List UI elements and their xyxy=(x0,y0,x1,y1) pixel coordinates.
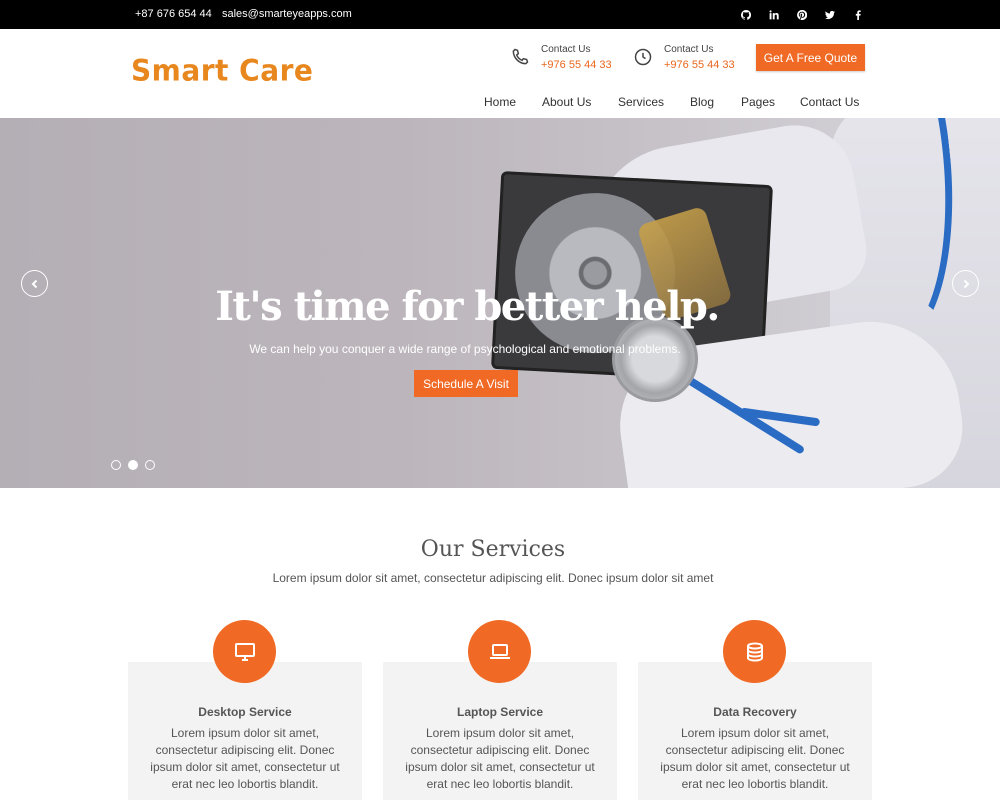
services-subtitle: Lorem ipsum dolor sit amet, consectetur … xyxy=(272,571,714,585)
slider-dot-1[interactable] xyxy=(111,460,121,470)
site-logo[interactable]: Smart Care xyxy=(131,53,313,88)
pinterest-icon[interactable] xyxy=(788,0,816,29)
phone-icon xyxy=(510,47,532,69)
nav-about-us[interactable]: About Us xyxy=(542,95,591,109)
twitter-icon[interactable] xyxy=(816,0,844,29)
chevron-left-icon xyxy=(31,279,37,288)
nav-blog[interactable]: Blog xyxy=(690,95,714,109)
service-text: Lorem ipsum dolor sit amet, consectetur … xyxy=(405,726,595,791)
service-title: Laptop Service xyxy=(456,705,544,719)
service-card-data-recovery[interactable]: Data Recovery Lorem ipsum dolor sit amet… xyxy=(638,620,872,800)
hero-title: It's time for better help. xyxy=(215,283,720,330)
topbar-phone[interactable]: +87 676 654 44 xyxy=(135,8,212,20)
service-card-laptop[interactable]: Laptop Service Lorem ipsum dolor sit ame… xyxy=(383,620,617,800)
contact-label: Contact Us xyxy=(664,44,714,55)
topbar-email[interactable]: sales@smarteyeapps.com xyxy=(222,8,352,20)
service-card-desktop[interactable]: Desktop Service Lorem ipsum dolor sit am… xyxy=(128,620,362,800)
clock-icon xyxy=(633,47,655,69)
linkedin-icon[interactable] xyxy=(760,0,788,29)
service-title: Desktop Service xyxy=(198,705,292,719)
contact-label: Contact Us xyxy=(541,44,591,55)
desktop-icon xyxy=(213,620,276,683)
github-icon[interactable] xyxy=(732,0,760,29)
main-nav: Home About Us Services Blog Pages Contac… xyxy=(0,95,1000,111)
free-quote-button[interactable]: Get A Free Quote xyxy=(756,44,865,71)
contact-phone-value[interactable]: +976 55 44 33 xyxy=(541,57,612,73)
contact-hours-block: Contact Us +976 55 44 33 xyxy=(633,43,735,73)
service-text: Lorem ipsum dolor sit amet, consectetur … xyxy=(660,726,850,791)
laptop-icon xyxy=(468,620,531,683)
top-bar: +87 676 654 44 sales@smarteyeapps.com xyxy=(0,0,1000,29)
service-title: Data Recovery xyxy=(713,705,797,719)
services-title: Our Services xyxy=(420,537,566,562)
nav-services[interactable]: Services xyxy=(618,95,664,109)
slider-dot-2[interactable] xyxy=(128,460,138,470)
social-links xyxy=(732,0,872,29)
database-icon xyxy=(723,620,786,683)
slider-dots xyxy=(111,460,155,470)
site-header: Smart Care Contact Us +976 55 44 33 Cont… xyxy=(0,29,1000,118)
nav-contact-us[interactable]: Contact Us xyxy=(800,95,859,109)
service-text: Lorem ipsum dolor sit amet, consectetur … xyxy=(150,726,340,791)
contact-phone-block: Contact Us +976 55 44 33 xyxy=(510,43,612,73)
slider-next-button[interactable] xyxy=(952,270,979,297)
schedule-visit-button[interactable]: Schedule A Visit xyxy=(414,370,518,397)
hero-slider: It's time for better help. We can help y… xyxy=(0,118,1000,488)
nav-home[interactable]: Home xyxy=(484,95,516,109)
hero-subtitle: We can help you conquer a wide range of … xyxy=(249,342,681,356)
chevron-right-icon xyxy=(963,279,969,288)
slider-prev-button[interactable] xyxy=(21,270,48,297)
facebook-icon[interactable] xyxy=(844,0,872,29)
slider-dot-3[interactable] xyxy=(145,460,155,470)
nav-pages[interactable]: Pages xyxy=(741,95,775,109)
contact-phone-value[interactable]: +976 55 44 33 xyxy=(664,57,735,73)
